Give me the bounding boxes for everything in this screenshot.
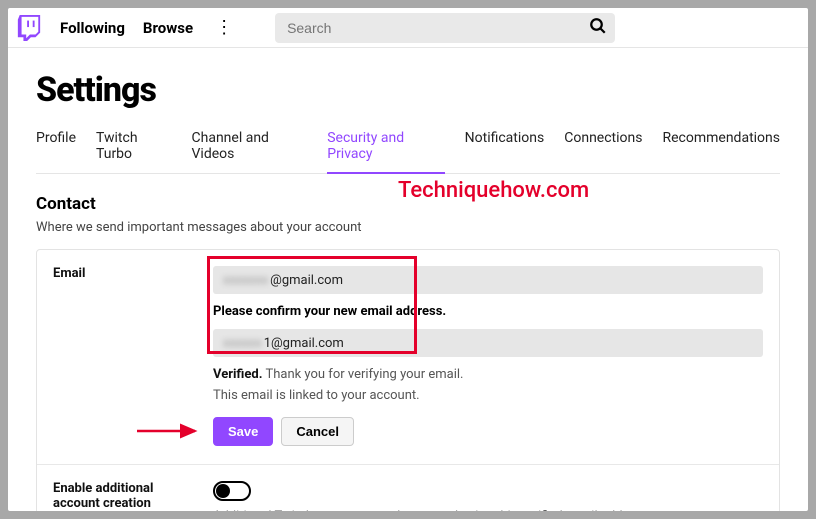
email-input-confirm[interactable]: xxxxxx1@gmail.com bbox=[213, 329, 763, 357]
additional-account-row: Enable additional account creation Addit… bbox=[37, 465, 779, 511]
topbar: Following Browse ⋮ bbox=[8, 8, 808, 48]
content: Settings Profile Twitch Turbo Channel an… bbox=[8, 48, 808, 511]
additional-label-line2: account creation bbox=[53, 496, 213, 511]
nav-browse[interactable]: Browse bbox=[143, 19, 193, 37]
more-menu-icon[interactable]: ⋮ bbox=[211, 17, 237, 38]
email-body: xxxxxxx@gmail.com Please confirm your ne… bbox=[213, 266, 763, 446]
redacted-text: xxxxxx bbox=[223, 336, 262, 351]
toggle-knob bbox=[216, 484, 230, 498]
email-row: Email xxxxxxx@gmail.com Please confirm y… bbox=[37, 250, 779, 465]
additional-label: Enable additional account creation bbox=[53, 481, 213, 511]
email-suffix: @gmail.com bbox=[270, 273, 343, 288]
email-input-current[interactable]: xxxxxxx@gmail.com bbox=[213, 266, 763, 294]
app-window: Following Browse ⋮ Settings Profile Twit… bbox=[8, 8, 808, 511]
search-input[interactable] bbox=[287, 20, 589, 36]
additional-label-line1: Enable additional bbox=[53, 481, 213, 496]
contact-subtext: Where we send important messages about y… bbox=[36, 220, 780, 235]
tab-connections[interactable]: Connections bbox=[564, 124, 642, 173]
twitch-logo-icon[interactable] bbox=[16, 15, 42, 41]
page-title: Settings bbox=[36, 70, 780, 110]
verified-bold: Verified. bbox=[213, 367, 262, 382]
tab-notifications[interactable]: Notifications bbox=[465, 124, 545, 173]
verified-rest: Thank you for verifying your email. bbox=[262, 367, 463, 382]
cancel-button[interactable]: Cancel bbox=[281, 417, 354, 446]
email-label: Email bbox=[53, 266, 213, 446]
tab-recommendations[interactable]: Recommendations bbox=[662, 124, 780, 173]
settings-panel: Email xxxxxxx@gmail.com Please confirm y… bbox=[36, 249, 780, 511]
search-box[interactable] bbox=[275, 13, 615, 43]
tab-channel-videos[interactable]: Channel and Videos bbox=[192, 124, 308, 173]
tab-twitch-turbo[interactable]: Twitch Turbo bbox=[96, 124, 171, 173]
button-row: Save Cancel bbox=[213, 417, 763, 446]
additional-body: Additional Twitch accounts can be create… bbox=[213, 481, 763, 511]
tab-profile[interactable]: Profile bbox=[36, 124, 76, 173]
email-suffix: 1@gmail.com bbox=[264, 336, 344, 351]
settings-tabs: Profile Twitch Turbo Channel and Videos … bbox=[36, 124, 780, 174]
confirm-email-text: Please confirm your new email address. bbox=[213, 304, 763, 319]
linked-text: This email is linked to your account. bbox=[213, 388, 763, 403]
verified-text: Verified. Thank you for verifying your e… bbox=[213, 367, 763, 382]
additional-desc: Additional Twitch accounts can be create… bbox=[213, 509, 763, 511]
nav-following[interactable]: Following bbox=[60, 19, 125, 37]
tab-security-privacy[interactable]: Security and Privacy bbox=[327, 124, 444, 174]
additional-account-toggle[interactable] bbox=[213, 481, 251, 501]
save-button[interactable]: Save bbox=[213, 417, 273, 446]
search-icon[interactable] bbox=[589, 17, 607, 39]
redacted-text: xxxxxxx bbox=[223, 273, 268, 288]
contact-heading: Contact bbox=[36, 194, 780, 214]
